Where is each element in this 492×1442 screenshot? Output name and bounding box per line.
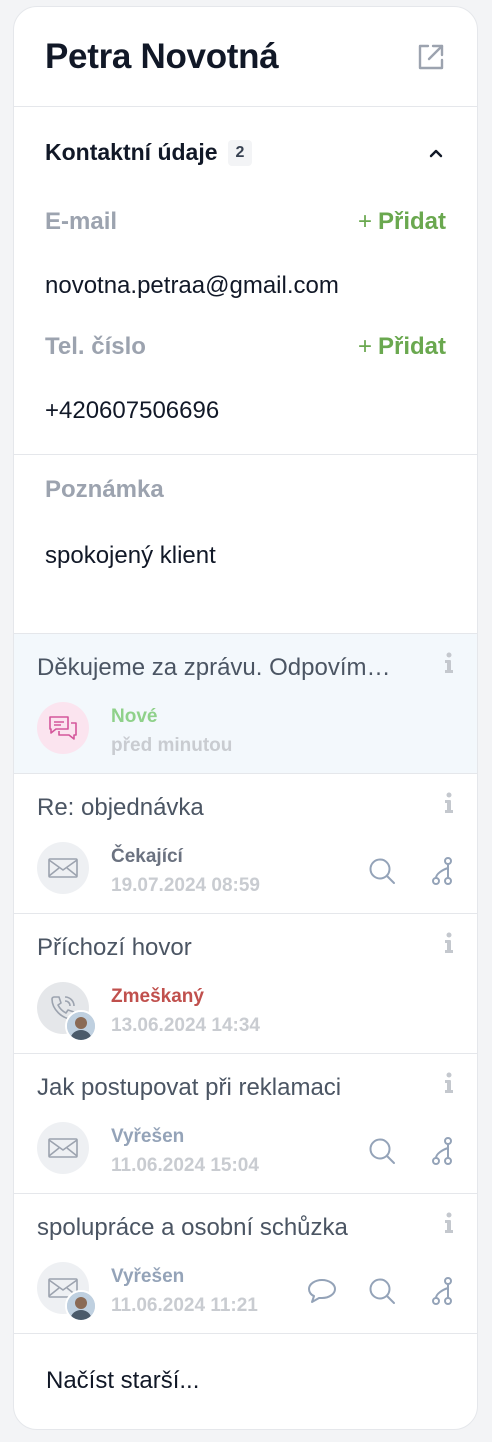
email-value[interactable]: novotna.petraa@gmail.com — [45, 272, 339, 300]
conversation-title: Jak postupovat při reklamaci — [37, 1074, 342, 1101]
chat-bubbles-icon — [37, 702, 89, 754]
add-phone-button[interactable]: + Přidat — [358, 333, 446, 361]
phone-label: Tel. číslo — [45, 333, 146, 360]
status-label: Zmeškaný — [111, 986, 204, 1007]
conversation-item[interactable]: Děkujeme za zprávu. Odpovím… Nové před m… — [14, 633, 477, 774]
open-external-icon[interactable] — [416, 42, 446, 72]
branch-icon[interactable] — [427, 1276, 457, 1306]
agent-avatar — [65, 1290, 97, 1322]
search-icon[interactable] — [367, 1276, 397, 1306]
section-title: Kontaktní údaje — [45, 139, 218, 165]
comment-icon[interactable] — [307, 1276, 337, 1306]
email-label: E-mail — [45, 208, 118, 235]
status-label: Nové — [111, 706, 158, 727]
info-icon[interactable] — [443, 1072, 455, 1094]
search-icon[interactable] — [367, 856, 397, 886]
conversation-title: Příchozí hovor — [37, 934, 192, 961]
conversation-item[interactable]: Re: objednávka Čekající 19.07.2024 08:59 — [14, 773, 477, 914]
count-badge: 2 — [227, 139, 253, 166]
info-icon[interactable] — [443, 792, 455, 814]
search-icon[interactable] — [367, 1136, 397, 1166]
status-label: Vyřešen — [111, 1126, 185, 1147]
contact-name: Petra Novotná — [45, 36, 279, 76]
note-label: Poznámka — [45, 476, 164, 503]
conversation-item[interactable]: spolupráce a osobní schůzka Vyřešen 11.0… — [14, 1193, 477, 1334]
info-icon[interactable] — [443, 652, 455, 674]
phone-value[interactable]: +420607506696 — [45, 397, 219, 425]
conversation-title: Děkujeme za zprávu. Odpovím… — [37, 654, 391, 681]
conversation-date: 11.06.2024 11:21 — [111, 1295, 258, 1316]
conversation-date: 11.06.2024 15:04 — [111, 1155, 259, 1176]
contact-details-header[interactable]: Kontaktní údaje 2 — [45, 139, 446, 166]
envelope-icon — [37, 842, 89, 894]
conversation-date: 19.07.2024 08:59 — [111, 875, 260, 896]
add-email-button[interactable]: + Přidat — [358, 208, 446, 236]
status-label: Čekající — [111, 846, 183, 867]
conversation-date: 13.06.2024 14:34 — [111, 1015, 260, 1036]
conversation-date: před minutou — [111, 735, 233, 756]
conversation-title: Re: objednávka — [37, 794, 204, 821]
envelope-icon — [37, 1122, 89, 1174]
conversation-item[interactable]: Příchozí hovor Zmeškaný 13.06.2024 14:34 — [14, 913, 477, 1054]
conversation-title: spolupráce a osobní schůzka — [37, 1214, 348, 1241]
info-icon[interactable] — [443, 1212, 455, 1234]
branch-icon[interactable] — [427, 856, 457, 886]
conversation-item[interactable]: Jak postupovat při reklamaci Vyřešen 11.… — [14, 1053, 477, 1194]
load-older-button[interactable]: Načíst starší... — [46, 1367, 199, 1395]
branch-icon[interactable] — [427, 1136, 457, 1166]
note-value[interactable]: spokojený klient — [45, 542, 216, 570]
info-icon[interactable] — [443, 932, 455, 954]
agent-avatar — [65, 1010, 97, 1042]
status-label: Vyřešen — [111, 1266, 185, 1287]
card-header: Petra Novotná — [14, 7, 477, 107]
conversation-list: Děkujeme za zprávu. Odpovím… Nové před m… — [14, 633, 477, 1334]
chevron-up-icon[interactable] — [426, 143, 446, 163]
contact-card: Petra Novotná Kontaktní údaje 2 E-mail +… — [13, 6, 478, 1430]
